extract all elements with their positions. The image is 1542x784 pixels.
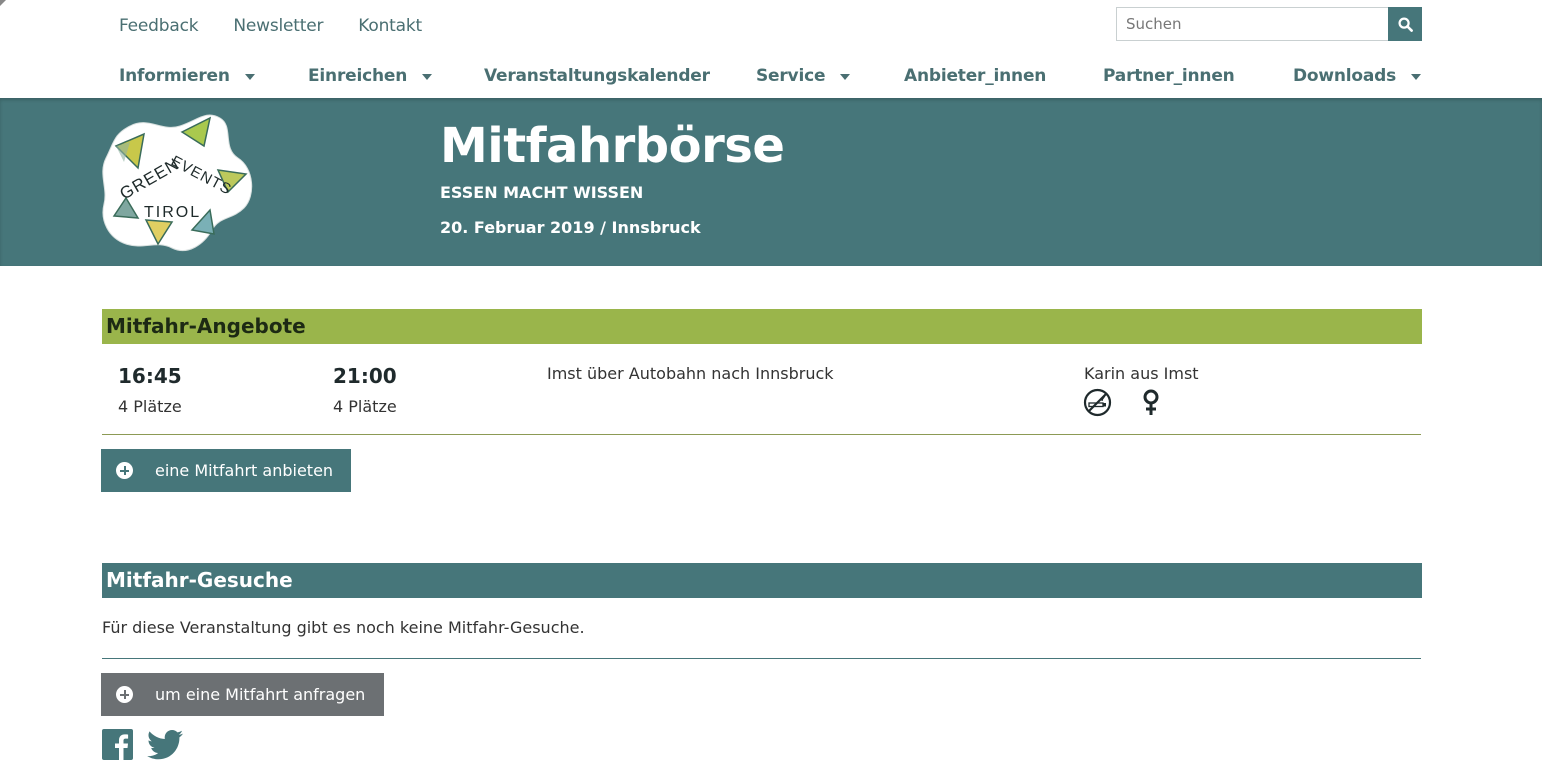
search-form bbox=[1116, 7, 1422, 41]
no-smoking-icon bbox=[1083, 388, 1112, 417]
nav-item-anbieter-innen[interactable]: Anbieter_innen bbox=[904, 66, 1046, 86]
page-title: Mitfahrbörse bbox=[440, 118, 785, 174]
requests-heading: Mitfahr-Gesuche bbox=[102, 563, 1422, 598]
nav-item-einreichen[interactable]: Einreichen bbox=[308, 66, 433, 86]
plus-circle-icon bbox=[116, 462, 133, 479]
requests-divider bbox=[102, 658, 1421, 659]
main-nav: Informieren Einreichen Veranstaltungskal… bbox=[0, 66, 1542, 90]
green-events-tirol-logo[interactable]: GREEN EVENTS TIROL bbox=[100, 112, 255, 254]
svg-text:TIROL: TIROL bbox=[144, 204, 201, 221]
search-icon bbox=[1397, 16, 1413, 32]
offers-divider bbox=[102, 434, 1421, 435]
driver-name: Karin aus Imst bbox=[1084, 364, 1199, 383]
nav-item-partner-innen[interactable]: Partner_innen bbox=[1103, 66, 1235, 86]
requests-empty-message: Für diese Veranstaltung gibt es noch kei… bbox=[102, 618, 585, 637]
plus-circle-icon bbox=[116, 686, 133, 703]
utility-link-kontakt[interactable]: Kontakt bbox=[358, 16, 422, 36]
twitter-icon[interactable] bbox=[147, 729, 183, 760]
nav-item-label: Service bbox=[756, 66, 826, 86]
chevron-down-icon bbox=[422, 74, 433, 80]
offer-ride-button[interactable]: eine Mitfahrt anbieten bbox=[101, 449, 351, 492]
chevron-down-icon bbox=[1411, 74, 1422, 80]
nav-item-veranstaltungskalender[interactable]: Veranstaltungskalender bbox=[484, 66, 710, 86]
event-name: ESSEN MACHT WISSEN bbox=[440, 183, 644, 202]
utility-link-feedback[interactable]: Feedback bbox=[119, 16, 199, 36]
utility-link-newsletter[interactable]: Newsletter bbox=[233, 16, 323, 36]
nav-item-label: Downloads bbox=[1293, 66, 1397, 86]
offers-heading: Mitfahr-Angebote bbox=[102, 309, 1422, 344]
corner-marker bbox=[0, 0, 6, 6]
return-time: 21:00 bbox=[333, 364, 397, 388]
route-description: Imst über Autobahn nach Innsbruck bbox=[547, 364, 834, 383]
utility-nav: Feedback Newsletter Kontakt bbox=[119, 16, 457, 36]
nav-item-label: Partner_innen bbox=[1103, 66, 1235, 86]
search-button[interactable] bbox=[1388, 7, 1422, 41]
return-seats: 4 Plätze bbox=[333, 397, 397, 416]
nav-item-label: Informieren bbox=[119, 66, 230, 86]
nav-item-label: Anbieter_innen bbox=[904, 66, 1047, 86]
nav-item-informieren[interactable]: Informieren bbox=[119, 66, 255, 86]
offer-ride-label: eine Mitfahrt anbieten bbox=[155, 461, 334, 480]
facebook-icon[interactable] bbox=[102, 729, 133, 760]
chevron-down-icon bbox=[244, 74, 255, 80]
departure-time: 16:45 bbox=[118, 364, 182, 388]
offer-attributes bbox=[1083, 388, 1160, 417]
event-date-location: 20. Februar 2019 / Innsbruck bbox=[440, 218, 701, 237]
search-input[interactable] bbox=[1116, 7, 1388, 41]
offer-row: 16:45 4 Plätze 21:00 4 Plätze Imst über … bbox=[102, 362, 1422, 434]
nav-item-downloads[interactable]: Downloads bbox=[1293, 66, 1422, 86]
nav-item-label: Einreichen bbox=[308, 66, 408, 86]
chevron-down-icon bbox=[840, 74, 851, 80]
nav-item-service[interactable]: Service bbox=[756, 66, 851, 86]
nav-item-label: Veranstaltungskalender bbox=[484, 66, 710, 86]
request-ride-label: um eine Mitfahrt anfragen bbox=[155, 685, 366, 704]
request-ride-button[interactable]: um eine Mitfahrt anfragen bbox=[101, 673, 384, 716]
female-icon bbox=[1143, 389, 1159, 415]
social-links bbox=[102, 729, 183, 760]
departure-seats: 4 Plätze bbox=[118, 397, 182, 416]
